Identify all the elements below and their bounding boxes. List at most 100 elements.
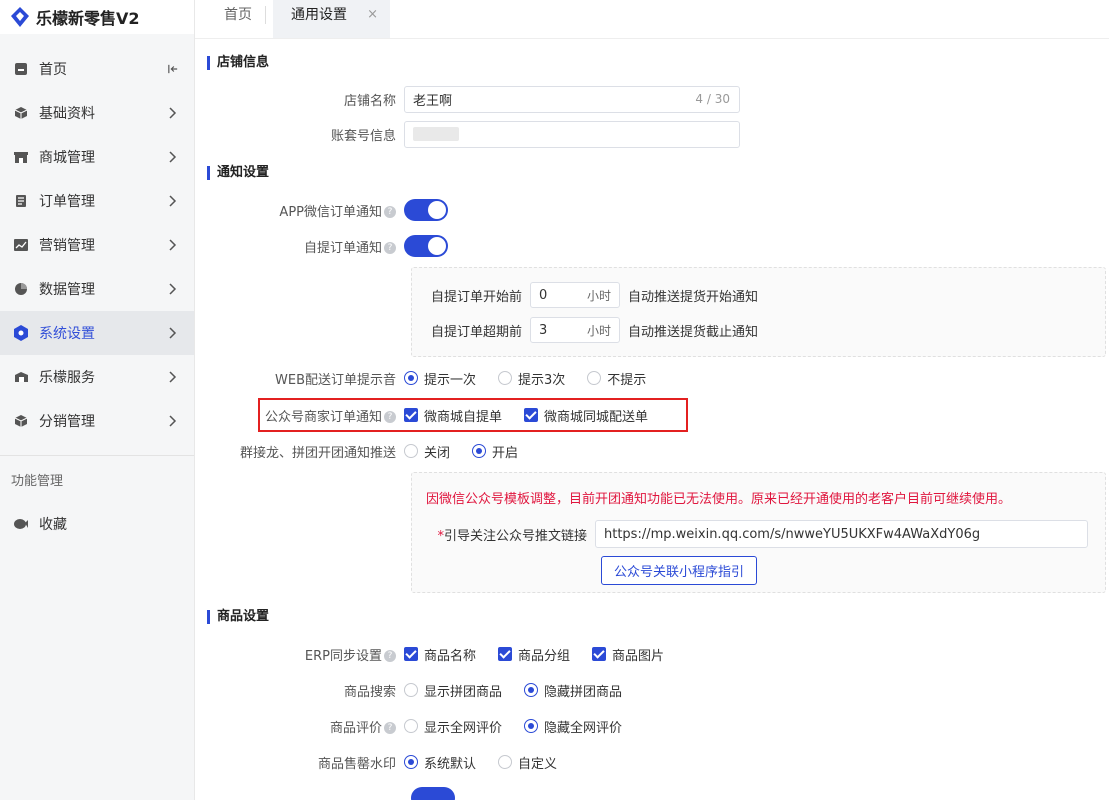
sidebar-item-home[interactable]: 首页: [0, 47, 194, 91]
radio-option[interactable]: 系统默认: [404, 753, 476, 772]
checkbox[interactable]: [592, 647, 607, 661]
chevron-right-icon: [168, 415, 178, 427]
sidebar-item-label: 收藏: [39, 517, 67, 533]
before-expire-input[interactable]: 3 小时: [530, 317, 620, 343]
review-radio-group: 显示全网评价 隐藏全网评价: [404, 717, 644, 736]
radio-button[interactable]: [404, 444, 418, 458]
store-name-input[interactable]: 老王啊 4 / 30: [404, 85, 740, 113]
home-icon: [13, 61, 29, 77]
logo[interactable]: 乐檬新零售V2: [0, 0, 194, 34]
help-icon[interactable]: ?: [384, 242, 396, 254]
sidebar-item-label: 乐檬服务: [39, 370, 95, 386]
sidebar: 乐檬新零售V2 首页 基础资料 商城管理 订单管理 营销管理 数据管理 系统设置…: [0, 0, 195, 800]
sidebar-item-label: 基础资料: [39, 106, 95, 122]
sidebar-item-orders[interactable]: 订单管理: [0, 179, 194, 223]
section-notify: 通知设置: [207, 165, 269, 181]
group-push-radio-group: 关闭 开启: [404, 442, 540, 461]
mp-notify-row: 公众号商家订单通知? 微商城自提单 微商城同城配送单: [195, 402, 670, 428]
guide-button[interactable]: 公众号关联小程序指引: [601, 556, 758, 585]
pie-icon: [13, 281, 29, 297]
checkbox-option[interactable]: 商品名称: [404, 645, 476, 664]
sidebar-item-label: 营销管理: [39, 238, 95, 254]
link-input[interactable]: https://mp.weixin.qq.com/s/nwweYU5UKXFw4…: [595, 520, 1088, 548]
input-value: 0: [539, 287, 548, 303]
before-expire-row: 自提订单超期前 3 小时 自动推送提货截止通知: [412, 317, 758, 343]
radio-option[interactable]: 关闭: [404, 442, 450, 461]
tab-home[interactable]: 首页: [210, 0, 266, 32]
sidebar-item-marketing[interactable]: 营销管理: [0, 223, 194, 267]
sidebar-item-distribution[interactable]: 分销管理: [0, 399, 194, 443]
sidebar-divider: [0, 455, 194, 456]
checkbox[interactable]: [498, 647, 513, 661]
radio-option[interactable]: 不提示: [587, 369, 646, 388]
checkbox-option[interactable]: 商品分组: [498, 645, 570, 664]
order-icon: [13, 193, 29, 209]
bottom-switch[interactable]: [411, 787, 455, 800]
account-input[interactable]: [404, 120, 740, 148]
review-row: 商品评价? 显示全网评价 隐藏全网评价: [195, 713, 644, 739]
help-icon[interactable]: ?: [384, 650, 396, 662]
sidebar-item-service[interactable]: 乐檬服务: [0, 355, 194, 399]
collapse-icon[interactable]: [168, 64, 178, 74]
cube-icon: [13, 413, 29, 429]
unit-label: 小时: [586, 323, 611, 338]
radio-option[interactable]: 开启: [472, 442, 518, 461]
mp-notify-label: 公众号商家订单通知?: [195, 406, 404, 425]
radio-button[interactable]: [498, 371, 513, 385]
sidebar-item-label: 数据管理: [39, 282, 95, 298]
close-icon[interactable]: ×: [367, 0, 378, 30]
radio-option[interactable]: 隐藏全网评价: [524, 717, 622, 736]
option-label: 商品图片: [612, 648, 665, 664]
before-start-input[interactable]: 0 小时: [530, 282, 620, 308]
label-text: 商品评价: [329, 720, 382, 736]
radio-button[interactable]: [524, 719, 539, 733]
checkbox[interactable]: [404, 647, 418, 661]
radio-option[interactable]: 提示3次: [498, 369, 565, 388]
help-icon[interactable]: ?: [384, 722, 396, 734]
radio-button[interactable]: [404, 371, 418, 385]
gear-icon: [13, 325, 29, 341]
main-content: 店铺信息 店铺名称 老王啊 4 / 30 账套号信息 通知设置 APP微信订单通…: [195, 39, 1109, 800]
chevron-right-icon: [168, 283, 178, 295]
radio-option[interactable]: 显示拼团商品: [404, 681, 502, 700]
self-pickup-settings: 自提订单开始前 0 小时 自动推送提货开始通知 自提订单超期前 3 小时 自动推…: [411, 267, 1106, 357]
watermark-label: 商品售罄水印: [317, 756, 396, 772]
radio-button[interactable]: [472, 444, 487, 458]
logo-icon: [10, 7, 30, 27]
tab-general-settings[interactable]: 通用设置 ×: [273, 0, 390, 38]
sidebar-item-label: 商城管理: [39, 150, 95, 166]
sidebar-item-mall[interactable]: 商城管理: [0, 135, 194, 179]
app-wechat-label: APP微信订单通知?: [195, 201, 404, 220]
checkbox[interactable]: [524, 408, 539, 422]
option-label: 开启: [492, 445, 519, 461]
sidebar-item-favorites[interactable]: 收藏: [0, 502, 194, 546]
radio-button[interactable]: [498, 755, 513, 769]
option-label: 系统默认: [424, 756, 477, 772]
radio-option[interactable]: 提示一次: [404, 369, 476, 388]
help-icon[interactable]: ?: [384, 411, 396, 423]
char-counter: 4 / 30: [695, 92, 730, 106]
app-root: 乐檬新零售V2 首页 基础资料 商城管理 订单管理 营销管理 数据管理 系统设置…: [0, 0, 1109, 800]
radio-button[interactable]: [404, 683, 418, 697]
radio-button[interactable]: [404, 755, 418, 769]
option-label: 提示3次: [518, 372, 566, 388]
sidebar-item-system-settings[interactable]: 系统设置: [0, 311, 194, 355]
account-row: 账套号信息: [195, 120, 740, 148]
self-pickup-switch[interactable]: [404, 235, 448, 257]
app-wechat-switch[interactable]: [404, 199, 448, 221]
radio-option[interactable]: 显示全网评价: [404, 717, 502, 736]
checkbox-option[interactable]: 微商城自提单: [404, 406, 502, 425]
group-push-row: 群接龙、拼团开团通知推送 关闭 开启: [195, 438, 540, 464]
help-icon[interactable]: ?: [384, 206, 396, 218]
radio-button[interactable]: [404, 719, 418, 733]
radio-button[interactable]: [524, 683, 539, 697]
checkbox[interactable]: [404, 408, 418, 422]
radio-option[interactable]: 自定义: [498, 753, 557, 772]
radio-button[interactable]: [587, 371, 602, 385]
sidebar-item-data[interactable]: 数据管理: [0, 267, 194, 311]
radio-option[interactable]: 隐藏拼团商品: [524, 681, 622, 700]
store-name-label: 店铺名称: [343, 93, 396, 109]
checkbox-option[interactable]: 微商城同城配送单: [524, 406, 648, 425]
sidebar-item-basic-data[interactable]: 基础资料: [0, 91, 194, 135]
checkbox-option[interactable]: 商品图片: [592, 645, 664, 664]
